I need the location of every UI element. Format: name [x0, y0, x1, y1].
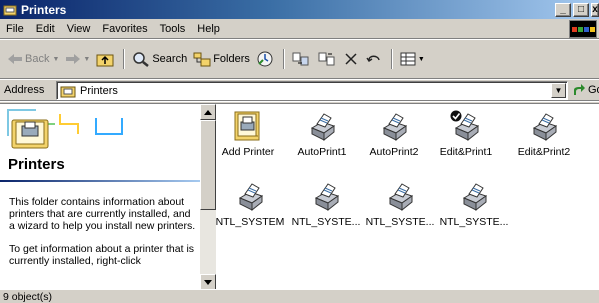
scroll-down-button[interactable] — [200, 274, 216, 290]
folders-button[interactable]: Folders — [190, 48, 253, 70]
banner: Printers — [0, 104, 200, 184]
maximize-button[interactable]: □ — [573, 2, 589, 17]
search-label: Search — [152, 53, 188, 65]
printer-list: Add Printer AutoPrint1 AutoPrint2 Edit&P… — [216, 104, 599, 290]
search-icon — [133, 52, 150, 67]
title-bar[interactable]: Printers _ □ x — [0, 0, 599, 19]
toolbar: Back ▼ ▼ Search Folders ▼ — [0, 40, 599, 79]
search-button[interactable]: Search — [129, 48, 190, 70]
copy-to-icon — [318, 52, 335, 66]
list-item-printer[interactable]: NTL_SYSTE... — [436, 180, 512, 228]
go-arrow-icon — [574, 84, 585, 95]
status-text: 9 object(s) — [3, 291, 53, 303]
copy-to-button[interactable] — [315, 48, 341, 70]
item-label: Edit&Print1 — [439, 146, 493, 158]
back-label: Back — [25, 53, 50, 65]
history-button[interactable] — [253, 48, 279, 70]
printer-icon — [382, 113, 408, 142]
close-button[interactable]: x — [591, 2, 599, 17]
printer-icon — [310, 113, 336, 142]
address-dropdown-button[interactable]: ▼ — [551, 83, 566, 98]
folders-label: Folders — [213, 53, 250, 65]
toolbar-separator — [390, 49, 393, 69]
item-label: NTL_SYSTE... — [291, 216, 361, 228]
web-view-pane: Printers This folder contains informatio… — [0, 104, 200, 290]
description-paragraph: This folder contains information about p… — [9, 196, 196, 232]
address-value: Printers — [80, 84, 118, 97]
default-printer-icon — [450, 110, 480, 142]
printer-icon — [462, 183, 488, 212]
down-triangle-icon — [204, 279, 212, 285]
back-dropdown-icon[interactable]: ▼ — [52, 56, 59, 63]
up-folder-icon — [96, 54, 114, 67]
undo-icon — [366, 55, 380, 62]
add-printer-icon — [234, 111, 260, 141]
address-bar: Address Printers ▼ Go — [0, 80, 599, 101]
go-button[interactable]: Go — [572, 83, 599, 97]
menu-tools[interactable]: Tools — [154, 23, 192, 35]
list-item-printer[interactable]: AutoPrint2 — [356, 110, 432, 158]
description: This folder contains information about p… — [9, 196, 197, 278]
banner-graphic — [7, 109, 123, 149]
pane-title: Printers — [8, 156, 65, 173]
menu-bar: File Edit View Favorites Tools Help — [0, 19, 599, 39]
views-icon — [400, 52, 416, 66]
list-item-printer[interactable]: NTL_SYSTEM — [212, 180, 288, 228]
views-dropdown-icon[interactable]: ▼ — [418, 56, 425, 63]
menu-favorites[interactable]: Favorites — [96, 23, 153, 35]
item-label: NTL_SYSTE... — [439, 216, 509, 228]
content-area: Printers This folder contains informatio… — [0, 103, 599, 290]
printers-folder-icon — [60, 86, 76, 97]
go-label: Go — [588, 84, 599, 96]
back-button[interactable]: Back ▼ — [4, 48, 62, 70]
window-title: Printers — [21, 2, 67, 17]
description-paragraph: To get information about a printer that … — [9, 243, 195, 267]
delete-button[interactable] — [341, 48, 363, 70]
item-label: NTL_SYSTEM — [215, 216, 285, 228]
item-label: Add Printer — [221, 146, 275, 158]
forward-button[interactable]: ▼ — [62, 48, 93, 70]
item-label: AutoPrint1 — [297, 146, 347, 158]
up-folder-button[interactable] — [93, 48, 119, 70]
back-arrow-icon — [8, 54, 22, 64]
item-label: Edit&Print2 — [517, 146, 571, 158]
minimize-button[interactable]: _ — [555, 2, 571, 17]
printer-icon — [532, 113, 558, 142]
menu-file[interactable]: File — [0, 23, 30, 35]
printer-icon — [314, 183, 340, 212]
folders-icon — [193, 52, 211, 67]
forward-dropdown-icon[interactable]: ▼ — [83, 56, 90, 63]
move-to-button[interactable] — [289, 48, 315, 70]
address-input[interactable]: Printers ▼ — [56, 81, 568, 100]
toolbar-separator — [282, 49, 285, 69]
history-icon — [257, 51, 273, 67]
printer-icon — [238, 183, 264, 212]
menu-edit[interactable]: Edit — [30, 23, 61, 35]
move-to-icon — [292, 52, 309, 66]
windows-logo-icon — [569, 20, 597, 38]
item-label: AutoPrint2 — [369, 146, 419, 158]
list-item-printer[interactable]: Edit&Print2 — [506, 110, 582, 158]
undo-button[interactable] — [363, 48, 387, 70]
address-label: Address — [4, 84, 45, 96]
status-bar: 9 object(s) — [0, 289, 599, 303]
views-button[interactable]: ▼ — [397, 48, 428, 70]
list-item-printer[interactable]: NTL_SYSTE... — [288, 180, 364, 228]
forward-arrow-icon — [66, 54, 81, 64]
list-item-add-printer[interactable]: Add Printer — [210, 110, 286, 158]
toolbar-separator — [123, 49, 126, 69]
list-item-printer[interactable]: Edit&Print1 — [428, 110, 504, 158]
menu-view[interactable]: View — [61, 23, 97, 35]
printers-folder-icon — [3, 5, 17, 15]
list-item-printer[interactable]: NTL_SYSTE... — [362, 180, 438, 228]
delete-icon — [345, 53, 357, 65]
item-label: NTL_SYSTE... — [365, 216, 435, 228]
title-underline — [0, 180, 200, 182]
printer-icon — [388, 183, 414, 212]
list-item-printer[interactable]: AutoPrint1 — [284, 110, 360, 158]
menu-help[interactable]: Help — [191, 23, 226, 35]
